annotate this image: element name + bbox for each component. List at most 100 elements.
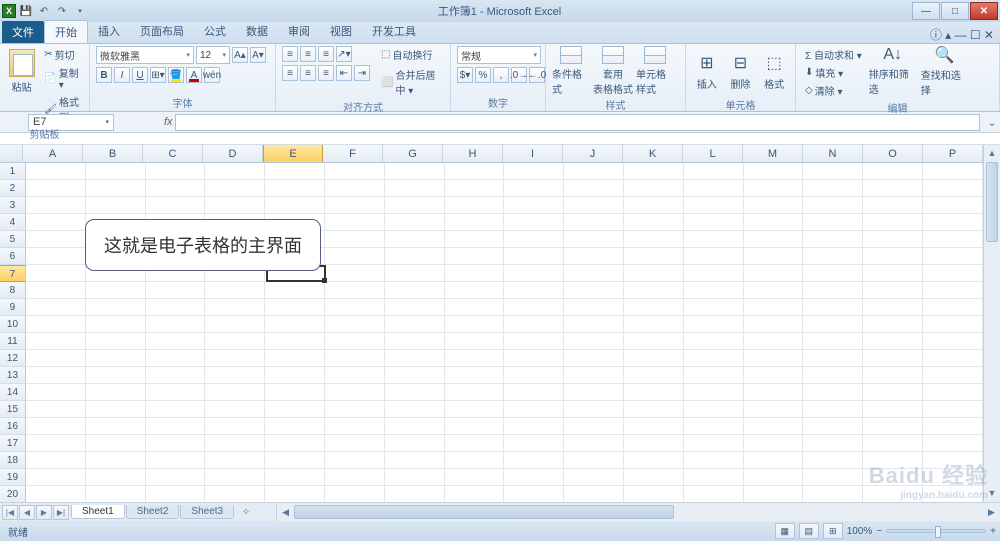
cell[interactable]: [205, 350, 265, 367]
cell[interactable]: [684, 401, 744, 418]
grow-font-button[interactable]: A▴: [232, 47, 248, 63]
cell[interactable]: [86, 316, 146, 333]
cell[interactable]: [564, 265, 624, 282]
align-right-button[interactable]: ≡: [318, 65, 334, 81]
zoom-out-button[interactable]: −: [876, 526, 882, 537]
cell[interactable]: [803, 350, 863, 367]
cell[interactable]: [385, 486, 445, 502]
cell[interactable]: [923, 384, 983, 401]
file-tab[interactable]: 文件: [2, 21, 44, 43]
cell[interactable]: [803, 435, 863, 452]
cell[interactable]: [564, 350, 624, 367]
formula-expand-icon[interactable]: ⌄: [984, 116, 1000, 129]
cell[interactable]: [26, 316, 86, 333]
cell[interactable]: [923, 282, 983, 299]
cell[interactable]: [265, 384, 325, 401]
cell[interactable]: [504, 350, 564, 367]
cell[interactable]: [325, 469, 385, 486]
cell[interactable]: [445, 214, 505, 231]
cell[interactable]: [445, 197, 505, 214]
align-top-button[interactable]: ≡: [282, 46, 298, 62]
cell[interactable]: [146, 282, 206, 299]
cell[interactable]: [26, 333, 86, 350]
cell[interactable]: [385, 350, 445, 367]
cell[interactable]: [684, 231, 744, 248]
wrap-text-button[interactable]: ⬚ 自动换行: [378, 46, 444, 63]
cell[interactable]: [205, 401, 265, 418]
cell[interactable]: [26, 418, 86, 435]
cell[interactable]: [385, 401, 445, 418]
cell[interactable]: [26, 299, 86, 316]
col-header-N[interactable]: N: [803, 145, 863, 162]
row-header-6[interactable]: 6: [0, 248, 26, 265]
page-break-view-button[interactable]: ⊞: [823, 523, 843, 539]
sheet-tab-Sheet2[interactable]: Sheet2: [126, 505, 180, 519]
cell[interactable]: [803, 333, 863, 350]
cell[interactable]: [624, 214, 684, 231]
cell[interactable]: [385, 367, 445, 384]
cell[interactable]: [803, 265, 863, 282]
cell[interactable]: [684, 350, 744, 367]
tab-数据[interactable]: 数据: [236, 20, 278, 43]
cell[interactable]: [325, 180, 385, 197]
cell[interactable]: [624, 282, 684, 299]
cell[interactable]: [265, 180, 325, 197]
cell[interactable]: [744, 248, 804, 265]
cell[interactable]: [624, 486, 684, 502]
clear-button[interactable]: ◇ 清除 ▾: [802, 82, 865, 99]
cell[interactable]: [205, 180, 265, 197]
cell[interactable]: [146, 452, 206, 469]
maximize-button[interactable]: □: [941, 2, 969, 20]
cell[interactable]: [863, 486, 923, 502]
underline-button[interactable]: U: [132, 67, 148, 83]
cell[interactable]: [684, 282, 744, 299]
cell[interactable]: [684, 486, 744, 502]
cell[interactable]: [445, 163, 505, 180]
cell[interactable]: [445, 299, 505, 316]
cell[interactable]: [86, 299, 146, 316]
cell[interactable]: [624, 316, 684, 333]
cell[interactable]: [564, 333, 624, 350]
cell[interactable]: [265, 469, 325, 486]
cell[interactable]: [265, 299, 325, 316]
cell[interactable]: [265, 435, 325, 452]
cell[interactable]: [86, 418, 146, 435]
scroll-left-icon[interactable]: ◀: [277, 507, 294, 518]
cell[interactable]: [803, 231, 863, 248]
cell[interactable]: [385, 333, 445, 350]
cell[interactable]: [863, 418, 923, 435]
qat-undo-icon[interactable]: ↶: [36, 3, 52, 19]
cell[interactable]: [205, 299, 265, 316]
cell[interactable]: [803, 384, 863, 401]
cell[interactable]: [146, 316, 206, 333]
cell[interactable]: [146, 367, 206, 384]
cell[interactable]: [803, 180, 863, 197]
cell[interactable]: [146, 180, 206, 197]
col-header-B[interactable]: B: [83, 145, 143, 162]
cell[interactable]: [146, 384, 206, 401]
format-cells-button[interactable]: ⬚格式: [759, 46, 789, 96]
cell[interactable]: [624, 469, 684, 486]
cell[interactable]: [504, 299, 564, 316]
align-left-button[interactable]: ≡: [282, 65, 298, 81]
col-header-A[interactable]: A: [23, 145, 83, 162]
cell[interactable]: [863, 401, 923, 418]
cell[interactable]: [86, 163, 146, 180]
cell[interactable]: [923, 214, 983, 231]
tab-页面布局[interactable]: 页面布局: [130, 20, 194, 43]
cell[interactable]: [863, 435, 923, 452]
cell[interactable]: [325, 384, 385, 401]
cell[interactable]: [564, 180, 624, 197]
cell[interactable]: [504, 367, 564, 384]
col-header-C[interactable]: C: [143, 145, 203, 162]
row-header-13[interactable]: 13: [0, 367, 26, 384]
cell[interactable]: [205, 418, 265, 435]
cell[interactable]: [86, 180, 146, 197]
cell[interactable]: [863, 180, 923, 197]
cell[interactable]: [146, 333, 206, 350]
cell[interactable]: [265, 452, 325, 469]
currency-button[interactable]: $▾: [457, 67, 473, 83]
cell[interactable]: [504, 282, 564, 299]
zoom-knob[interactable]: [935, 526, 941, 538]
cell[interactable]: [26, 180, 86, 197]
